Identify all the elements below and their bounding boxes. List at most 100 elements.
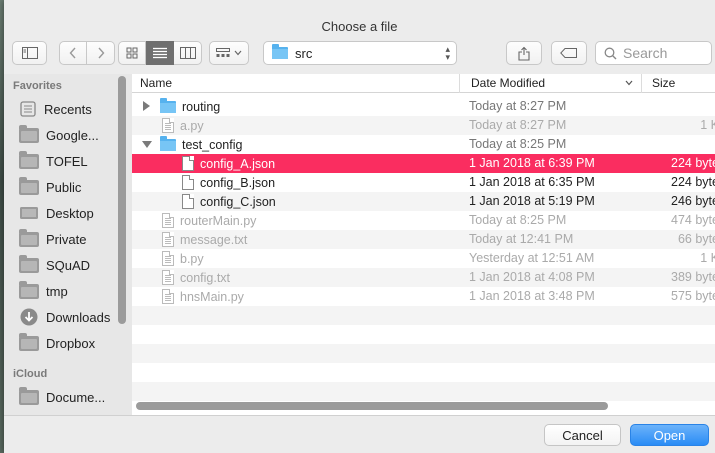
sidebar-toggle-button[interactable] [12,41,47,65]
file-size: 224 byte [671,175,715,189]
icloud-header: iCloud [13,368,48,380]
folder-icon [160,97,176,113]
tags-button[interactable] [551,41,587,65]
disclosure-down-icon[interactable] [142,141,152,148]
file-size: 575 byte [671,289,715,303]
folder-icon [19,150,39,169]
icon-view-button[interactable] [118,41,146,65]
sidebar-item-downloads[interactable]: Downloads [4,304,122,330]
share-icon [518,46,530,61]
toolbar: src ▴ ▾ Search [4,41,715,67]
file-name: config_A.json [200,156,276,171]
sidebar-item-label: SQuAD [46,257,91,273]
file-date: 1 Jan 2018 at 4:08 PM [469,270,595,284]
file-row-routing[interactable]: routing Today at 8:27 PM - [132,97,715,116]
tag-icon [560,48,577,58]
file-name-cell: b.py [162,249,204,268]
file-name: b.py [180,251,204,266]
file-row-config-a-json[interactable]: config_A.json 1 Jan 2018 at 6:39 PM 224 … [132,154,715,173]
json-file-icon [182,175,194,190]
chevron-down-icon [234,50,242,56]
sidebar-item-private[interactable]: Private [4,226,122,252]
downloads-icon [20,308,38,326]
file-date: 1 Jan 2018 at 3:48 PM [469,289,595,303]
sidebar-item-label: Public [46,179,82,195]
file-date: 1 Jan 2018 at 6:35 PM [469,175,595,189]
file-name: a.py [180,118,204,133]
folder-icon [19,124,39,143]
file-size: 224 byte [671,156,715,170]
grid-icon [126,47,138,59]
file-name: routerMain.py [180,213,257,228]
button-bar: Cancel Open [4,415,715,453]
file-size: - [609,99,715,113]
file-name-cell: config_B.json [182,173,275,192]
file-date: Today at 8:25 PM [469,137,567,151]
file-row-config-txt[interactable]: config.txt 1 Jan 2018 at 4:08 PM 389 byt… [132,268,715,287]
column-date-modified[interactable]: Date Modified [471,76,545,90]
file-date: 1 Jan 2018 at 6:39 PM [469,156,595,170]
sidebar-item-squad[interactable]: SQuAD [4,252,122,278]
updown-chevron-icon: ▴ ▾ [445,44,450,62]
file-name: hnsMain.py [180,289,244,304]
path-popup[interactable]: src ▴ ▾ [263,41,457,65]
documents-icon [19,386,39,405]
sidebar-item-label: Dropbox [46,335,96,351]
file-row-b-py[interactable]: b.py Yesterday at 12:51 AM 1 K [132,249,715,268]
file-date: Today at 8:25 PM [469,213,567,227]
share-button[interactable] [506,41,542,65]
cancel-button[interactable]: Cancel [544,424,621,446]
empty-row [132,344,715,363]
file-size: 1 K [700,251,715,265]
file-row-routermain-py[interactable]: routerMain.py Today at 8:25 PM 474 byte [132,211,715,230]
column-name[interactable]: Name [140,76,172,90]
list-view-button[interactable] [146,41,174,65]
column-divider[interactable] [459,74,460,93]
disclosure-right-icon[interactable] [143,101,150,111]
file-name-cell: routing [160,97,220,116]
columns-icon [179,47,196,59]
file-size: 389 byte [671,270,715,284]
sort-chevron-down-icon [625,80,633,86]
forward-button[interactable] [87,41,115,65]
open-button[interactable]: Open [630,424,709,446]
search-placeholder: Search [623,45,668,61]
file-row-test-config[interactable]: test_config Today at 8:25 PM - [132,135,715,154]
sidebar-item-label: tmp [46,283,68,299]
group-by-button[interactable] [209,41,249,65]
file-date: Today at 12:41 PM [469,232,574,246]
horizontal-scrollbar[interactable] [136,402,608,410]
file-row-config-c-json[interactable]: config_C.json 1 Jan 2018 at 5:19 PM 246 … [132,192,715,211]
search-field[interactable]: Search [595,41,712,65]
sidebar-item-dropbox[interactable]: Dropbox [4,330,122,356]
file-row-message-txt[interactable]: message.txt Today at 12:41 PM 66 byte [132,230,715,249]
sidebar-item-label: Desktop [46,205,94,221]
file-name-cell: message.txt [162,230,247,249]
file-name: test_config [182,137,243,152]
sidebar-item-recents[interactable]: Recents [4,96,122,122]
file-row-hnsmain-py[interactable]: hnsMain.py 1 Jan 2018 at 3:48 PM 575 byt… [132,287,715,306]
sidebar-item-desktop[interactable]: Desktop [4,200,122,226]
python-file-icon [162,213,174,228]
favorites-header: Favorites [13,80,62,92]
file-list: Name Date Modified Size routing Today at… [132,74,715,415]
recents-icon [20,101,36,117]
file-row-a-py[interactable]: a.py Today at 8:27 PM 1 K [132,116,715,135]
file-date: Today at 8:27 PM [469,99,567,113]
sidebar-item-documents[interactable]: Docume... [4,384,122,410]
file-size: - [609,137,715,151]
sidebar-item-tmp[interactable]: tmp [4,278,122,304]
folder-icon [19,332,39,351]
sidebar-scrollbar[interactable] [118,76,126,324]
file-row-config-b-json[interactable]: config_B.json 1 Jan 2018 at 6:35 PM 224 … [132,173,715,192]
file-name: config_B.json [200,175,276,190]
column-view-button[interactable] [174,41,202,65]
sidebar-item-google[interactable]: Google... [4,122,122,148]
folder-icon [19,176,39,195]
column-size[interactable]: Size [652,76,675,90]
back-button[interactable] [59,41,87,65]
column-divider[interactable] [641,74,642,93]
sidebar-item-public[interactable]: Public [4,174,122,200]
file-size: 1 K [700,118,715,132]
sidebar-item-tofel[interactable]: TOFEL [4,148,122,174]
